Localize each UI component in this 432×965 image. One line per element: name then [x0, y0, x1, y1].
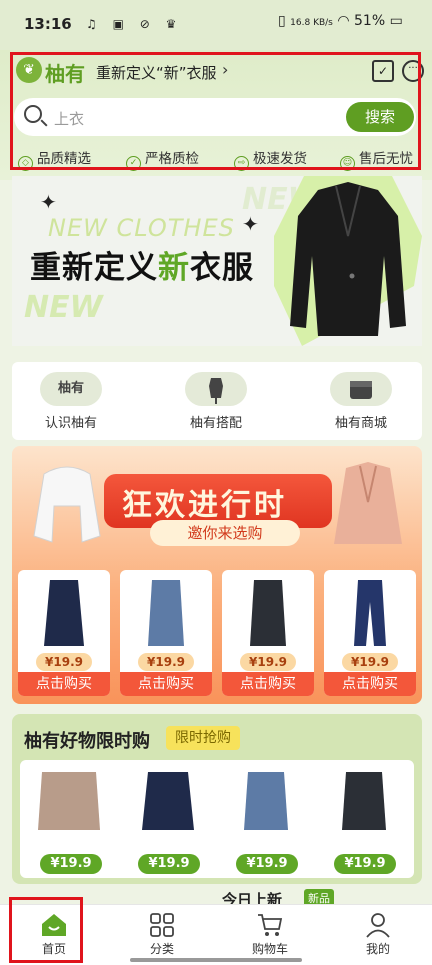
vibrate-icon: ▯ [278, 13, 286, 29]
wifi-icon: ◠ [337, 13, 350, 29]
price-tag: ¥19.9 [138, 653, 194, 671]
cart-icon [258, 914, 283, 936]
nav-about[interactable]: 认识柚有 [21, 412, 121, 431]
notification-icons: ♫ ▣ ⊘ ♛ [86, 17, 183, 31]
skirt-image [148, 580, 184, 646]
sparkle-icon: ✦ [242, 212, 259, 236]
flash-product-card[interactable]: ¥19.9 [228, 770, 318, 874]
skirt-image [142, 772, 194, 830]
flash-sale-tag[interactable]: 限时抢购 [166, 726, 240, 750]
banner-title: 重新定义新衣服 [30, 250, 254, 286]
nav-mall[interactable]: 柚有商城 [311, 412, 411, 431]
tab-profile[interactable]: 我的 [338, 904, 418, 957]
buy-button[interactable]: 点击购买 [18, 672, 110, 696]
skirt-image [44, 580, 84, 646]
tab-category-label: 分类 [149, 942, 174, 956]
jacket-image [274, 176, 422, 346]
promo-product-card[interactable]: ¥19.9 点击购买 [324, 570, 416, 696]
promo-section: 狂欢进行时 邀你来选购 ¥19.9 点击购买 ¥19.9 点击购买 ¥19.9 … [12, 446, 422, 704]
hero-banner[interactable]: NEW NEW CLOTHES 重新定义新衣服 NEW ✦ ✦ [12, 176, 422, 346]
banner-en-text: NEW CLOTHES [48, 214, 235, 242]
grid-icon [150, 913, 174, 937]
price-tag: ¥19.9 [40, 854, 102, 874]
battery-text: 51% [354, 13, 386, 29]
price-tag: ¥19.9 [334, 854, 396, 874]
price-tag: ¥19.9 [138, 854, 200, 874]
buy-button[interactable]: 点击购买 [120, 672, 212, 696]
banner-en-text2: NEW [24, 290, 103, 325]
buy-button[interactable]: 点击购买 [222, 672, 314, 696]
promo-product-card[interactable]: ¥19.9 点击购买 [222, 570, 314, 696]
skirt-image [244, 772, 288, 830]
price-tag: ¥19.9 [36, 653, 92, 671]
about-icon[interactable]: 柚有 [40, 372, 102, 406]
tab-profile-label: 我的 [365, 942, 390, 956]
flash-product-card[interactable]: ¥19.9 [130, 770, 220, 874]
promo-title: 狂欢进行时 [122, 488, 287, 523]
flash-product-card[interactable]: ¥19.9 [326, 770, 416, 874]
user-icon [366, 913, 390, 938]
price-tag: ¥19.9 [342, 653, 398, 671]
skirt-image [250, 580, 286, 646]
skirt-image [342, 772, 386, 830]
flash-sale-title: 柚有好物限时购 [24, 731, 150, 752]
promo-subtitle: 邀你来选购 [150, 520, 300, 546]
net-speed: 16.8 KB/s [290, 18, 333, 28]
white-jacket-image [33, 466, 101, 543]
shop-icon[interactable] [330, 372, 392, 406]
sparkle-icon: ✦ [40, 190, 57, 214]
status-time: 13:16 [24, 15, 72, 33]
buy-button[interactable]: 点击购买 [324, 672, 416, 696]
gesture-bar[interactable] [130, 958, 302, 962]
status-right: ▯ 16.8 KB/s ◠ 51% ▭ [278, 13, 403, 29]
flash-product-card[interactable]: ¥19.9 [32, 770, 122, 874]
beige-coat-image [334, 462, 402, 544]
home-tab-highlight-box [9, 897, 83, 963]
header-highlight-box [10, 52, 421, 170]
tab-cart-label: 购物车 [251, 942, 288, 956]
promo-product-card[interactable]: ¥19.9 点击购买 [120, 570, 212, 696]
price-tag: ¥19.9 [236, 854, 298, 874]
jeans-image [354, 580, 386, 646]
mannequin-icon[interactable] [185, 372, 247, 406]
nav-outfit[interactable]: 柚有搭配 [166, 412, 266, 431]
price-tag: ¥19.9 [240, 653, 296, 671]
tab-cart[interactable]: 购物车 [230, 904, 310, 957]
battery-icon: ▭ [389, 13, 403, 29]
promo-product-card[interactable]: ¥19.9 点击购买 [18, 570, 110, 696]
tab-category[interactable]: 分类 [122, 904, 202, 957]
tweed-skirt-image [38, 772, 100, 830]
flash-sale-section: 柚有好物限时购 限时抢购 ¥19.9 ¥19.9 ¥19.9 ¥19.9 [12, 714, 422, 884]
status-bar: 13:16 ♫ ▣ ⊘ ♛ ▯ 16.8 KB/s ◠ 51% ▭ [0, 0, 432, 50]
